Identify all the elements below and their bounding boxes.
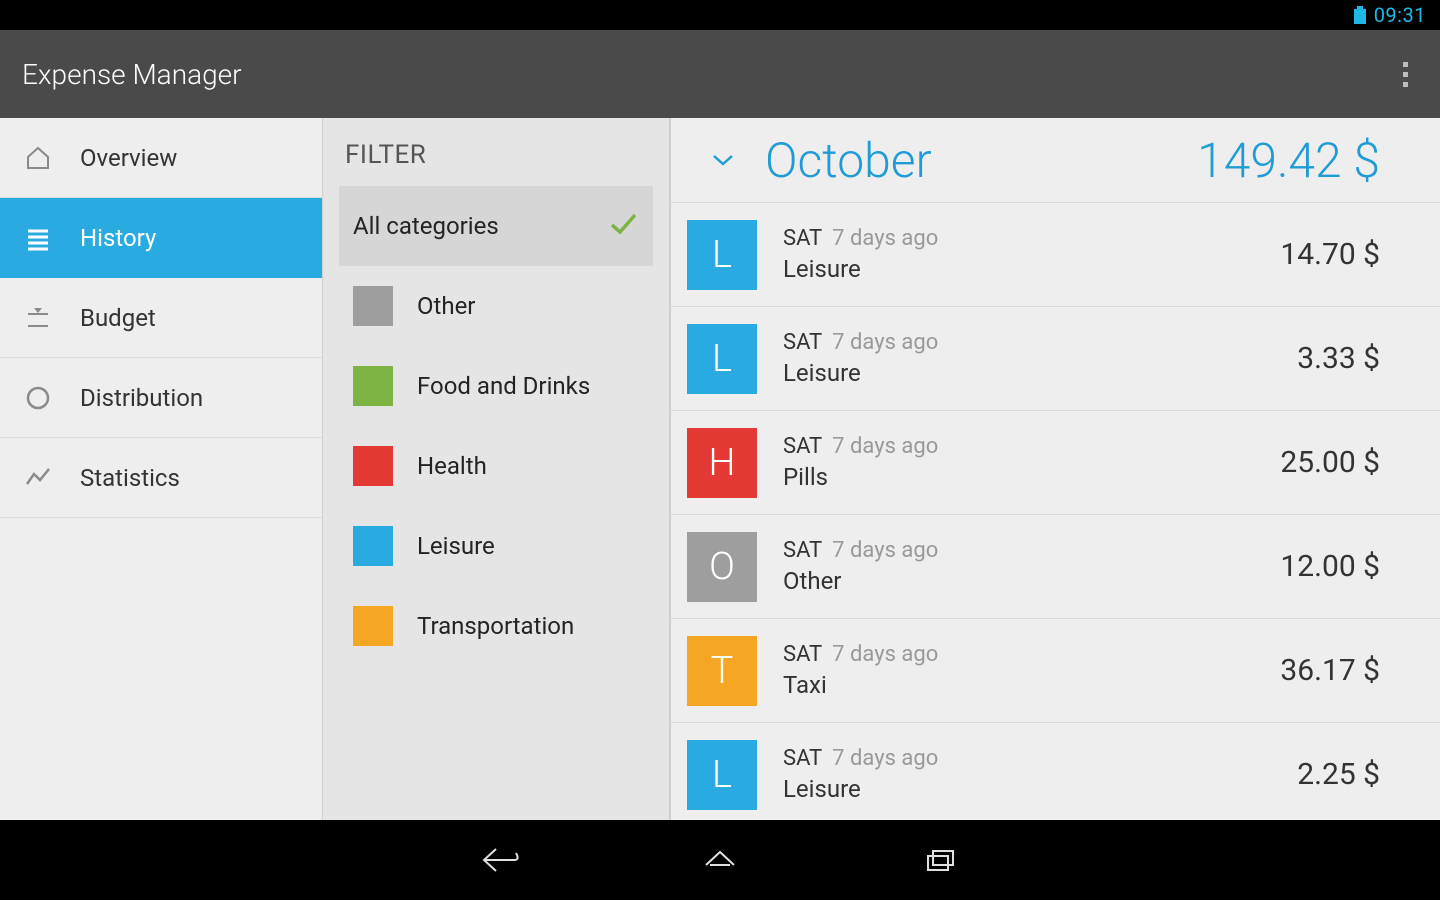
expense-row[interactable]: L SAT 7 days ago Leisure 14.70 $ bbox=[671, 202, 1440, 306]
expense-ago: 7 days ago bbox=[832, 330, 938, 355]
expense-meta: SAT 7 days ago Pills bbox=[783, 434, 1280, 491]
month-total: 149.42 $ bbox=[1197, 132, 1380, 189]
expense-ago: 7 days ago bbox=[832, 538, 938, 563]
expense-row[interactable]: H SAT 7 days ago Pills 25.00 $ bbox=[671, 410, 1440, 514]
sidebar-item-label: History bbox=[80, 224, 156, 252]
filter-item-label: All categories bbox=[353, 212, 583, 240]
filter-item-label: Transportation bbox=[417, 612, 639, 640]
expense-ago: 7 days ago bbox=[832, 642, 938, 667]
expense-ago: 7 days ago bbox=[832, 226, 938, 251]
sidebar-item-history[interactable]: History bbox=[0, 198, 322, 278]
pie-icon bbox=[24, 384, 52, 412]
filter-item-other[interactable]: Other bbox=[339, 266, 653, 346]
expense-category: Taxi bbox=[783, 671, 1280, 699]
expense-row[interactable]: L SAT 7 days ago Leisure 2.25 $ bbox=[671, 722, 1440, 820]
filter-item-label: Other bbox=[417, 292, 639, 320]
action-bar: Expense Manager bbox=[0, 30, 1440, 118]
chart-icon bbox=[24, 464, 52, 492]
sidebar: Overview History Budget Distribution Sta… bbox=[0, 118, 322, 820]
expense-amount: 3.33 $ bbox=[1297, 341, 1380, 376]
filter-item-health[interactable]: Health bbox=[339, 426, 653, 506]
battery-icon bbox=[1354, 6, 1366, 24]
sidebar-item-overview[interactable]: Overview bbox=[0, 118, 322, 198]
category-swatch bbox=[353, 366, 393, 406]
sidebar-item-statistics[interactable]: Statistics bbox=[0, 438, 322, 518]
sidebar-item-label: Statistics bbox=[80, 464, 180, 492]
expense-category: Leisure bbox=[783, 775, 1297, 803]
filter-item-food[interactable]: Food and Drinks bbox=[339, 346, 653, 426]
expense-meta: SAT 7 days ago Taxi bbox=[783, 642, 1280, 699]
category-badge: L bbox=[687, 324, 757, 394]
category-swatch bbox=[353, 446, 393, 486]
expense-list[interactable]: L SAT 7 days ago Leisure 14.70 $ L SAT 7 d… bbox=[671, 202, 1440, 820]
sidebar-item-distribution[interactable]: Distribution bbox=[0, 358, 322, 438]
expense-category: Leisure bbox=[783, 359, 1297, 387]
expense-meta: SAT 7 days ago Leisure bbox=[783, 746, 1297, 803]
filter-panel: FILTER All categories Other Food and Dri… bbox=[322, 118, 671, 820]
sidebar-item-label: Overview bbox=[80, 144, 177, 172]
filter-item-transportation[interactable]: Transportation bbox=[339, 586, 653, 666]
list-icon bbox=[24, 224, 52, 252]
filter-heading: FILTER bbox=[345, 140, 653, 170]
content: Overview History Budget Distribution Sta… bbox=[0, 118, 1440, 820]
expense-category: Other bbox=[783, 567, 1280, 595]
sidebar-item-budget[interactable]: Budget bbox=[0, 278, 322, 358]
expense-amount: 12.00 $ bbox=[1280, 549, 1380, 584]
recents-button[interactable] bbox=[910, 840, 970, 880]
check-icon bbox=[607, 208, 639, 244]
expense-amount: 2.25 $ bbox=[1297, 757, 1380, 792]
month-label: October bbox=[765, 132, 1197, 189]
sidebar-item-label: Budget bbox=[80, 304, 156, 332]
filter-item-label: Leisure bbox=[417, 532, 639, 560]
expense-amount: 25.00 $ bbox=[1280, 445, 1380, 480]
filter-item-leisure[interactable]: Leisure bbox=[339, 506, 653, 586]
expense-day: SAT bbox=[783, 226, 822, 251]
expense-ago: 7 days ago bbox=[832, 434, 938, 459]
expense-row[interactable]: T SAT 7 days ago Taxi 36.17 $ bbox=[671, 618, 1440, 722]
home-button[interactable] bbox=[690, 840, 750, 880]
expense-day: SAT bbox=[783, 538, 822, 563]
category-badge: L bbox=[687, 740, 757, 810]
expense-ago: 7 days ago bbox=[832, 746, 938, 771]
back-button[interactable] bbox=[470, 840, 530, 880]
expense-day: SAT bbox=[783, 330, 822, 355]
status-bar: 09:31 bbox=[0, 0, 1440, 30]
expense-meta: SAT 7 days ago Leisure bbox=[783, 330, 1297, 387]
month-header: October 149.42 $ bbox=[671, 118, 1440, 202]
expense-day: SAT bbox=[783, 642, 822, 667]
budget-icon bbox=[24, 304, 52, 332]
expense-category: Pills bbox=[783, 463, 1280, 491]
filter-item-label: Health bbox=[417, 452, 639, 480]
expense-category: Leisure bbox=[783, 255, 1280, 283]
app-title: Expense Manager bbox=[22, 58, 242, 91]
category-badge: L bbox=[687, 220, 757, 290]
expense-meta: SAT 7 days ago Other bbox=[783, 538, 1280, 595]
month-dropdown-button[interactable] bbox=[703, 153, 743, 167]
expense-amount: 36.17 $ bbox=[1280, 653, 1380, 688]
status-time: 09:31 bbox=[1374, 3, 1426, 27]
expense-meta: SAT 7 days ago Leisure bbox=[783, 226, 1280, 283]
expense-amount: 14.70 $ bbox=[1280, 237, 1380, 272]
expense-day: SAT bbox=[783, 746, 822, 771]
category-swatch bbox=[353, 606, 393, 646]
overflow-menu-button[interactable] bbox=[1393, 52, 1418, 97]
expense-row[interactable]: O SAT 7 days ago Other 12.00 $ bbox=[671, 514, 1440, 618]
home-icon bbox=[24, 144, 52, 172]
filter-item-label: Food and Drinks bbox=[417, 372, 639, 400]
category-swatch bbox=[353, 286, 393, 326]
sidebar-item-label: Distribution bbox=[80, 384, 203, 412]
category-badge: H bbox=[687, 428, 757, 498]
expense-day: SAT bbox=[783, 434, 822, 459]
category-badge: O bbox=[687, 532, 757, 602]
category-badge: T bbox=[687, 636, 757, 706]
navigation-bar bbox=[0, 820, 1440, 900]
filter-item-all[interactable]: All categories bbox=[339, 186, 653, 266]
expense-row[interactable]: L SAT 7 days ago Leisure 3.33 $ bbox=[671, 306, 1440, 410]
main-panel: October 149.42 $ L SAT 7 days ago Leisure… bbox=[671, 118, 1440, 820]
category-swatch bbox=[353, 526, 393, 566]
